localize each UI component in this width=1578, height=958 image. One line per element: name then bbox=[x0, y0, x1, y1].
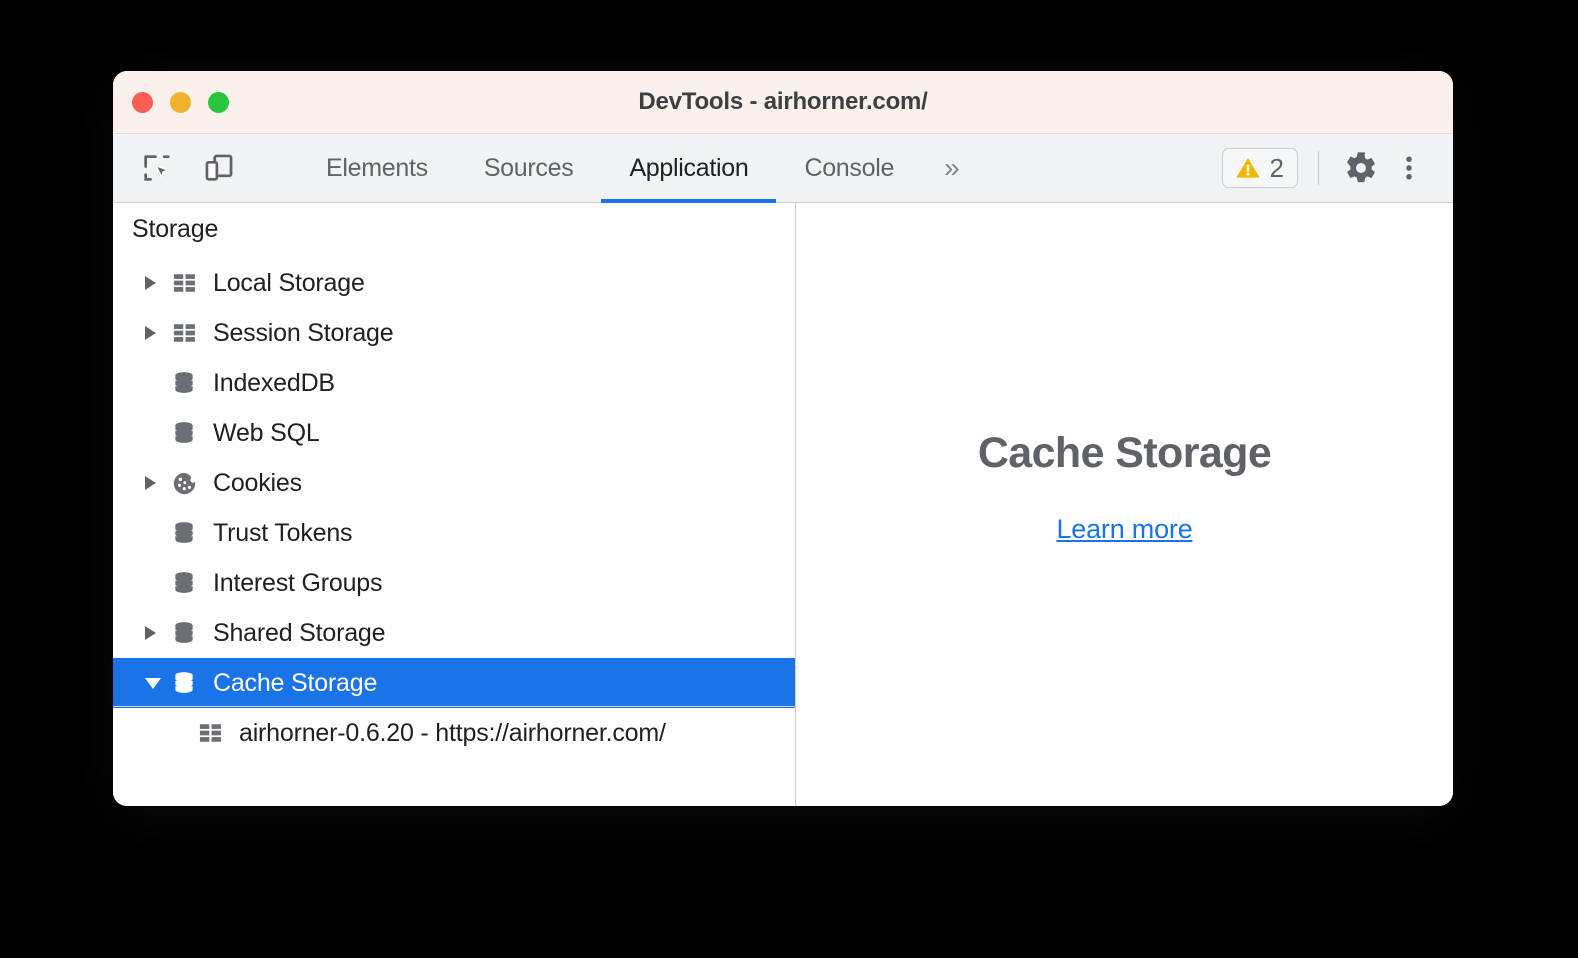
sidebar-item-label: Session Storage bbox=[213, 318, 394, 347]
sidebar-item-trust-tokens[interactable]: Trust Tokens bbox=[113, 508, 795, 558]
collapse-triangle-icon[interactable] bbox=[145, 677, 171, 689]
sidebar-item-local-storage[interactable]: Local Storage bbox=[113, 258, 795, 308]
table-icon bbox=[197, 719, 235, 747]
expand-triangle-icon[interactable] bbox=[145, 326, 171, 340]
tab-elements[interactable]: Elements bbox=[298, 134, 456, 202]
sidebar-divider bbox=[113, 706, 795, 707]
gear-icon[interactable] bbox=[1339, 146, 1383, 190]
sidebar-item-web-sql[interactable]: Web SQL bbox=[113, 408, 795, 458]
sidebar-item-indexeddb[interactable]: IndexedDB bbox=[113, 358, 795, 408]
window-title: DevTools - airhorner.com/ bbox=[638, 88, 928, 115]
cookie-icon bbox=[171, 470, 209, 497]
warnings-count: 2 bbox=[1269, 153, 1284, 183]
tab-label: Elements bbox=[326, 153, 428, 182]
tab-console[interactable]: Console bbox=[776, 134, 922, 202]
main-content-panel: Cache Storage Learn more bbox=[796, 203, 1453, 806]
panel-tabs: Elements Sources Application Console » bbox=[298, 134, 981, 203]
database-icon bbox=[171, 370, 209, 396]
toolbar-divider-right bbox=[1318, 151, 1319, 185]
warning-triangle-icon bbox=[1235, 157, 1260, 178]
sidebar-item-shared-storage[interactable]: Shared Storage bbox=[113, 608, 795, 658]
sidebar-item-label: Web SQL bbox=[213, 418, 320, 447]
sidebar-item-label: airhorner-0.6.20 - https://airhorner.com… bbox=[239, 718, 666, 747]
application-sidebar: Storage Local Storage Session Storage In… bbox=[113, 203, 796, 806]
warnings-badge[interactable]: 2 bbox=[1221, 148, 1298, 188]
screenshot-root: DevTools - airhorner.com/ Elements Sourc… bbox=[0, 0, 1578, 958]
close-window-button[interactable] bbox=[132, 91, 153, 113]
more-options-menu-icon[interactable] bbox=[1387, 146, 1431, 190]
database-icon bbox=[171, 420, 209, 446]
minimize-window-button[interactable] bbox=[170, 91, 191, 113]
expand-triangle-icon[interactable] bbox=[145, 626, 171, 640]
tab-label: Application bbox=[629, 153, 749, 182]
window-traffic-lights bbox=[132, 71, 229, 133]
sidebar-item-label: Interest Groups bbox=[213, 568, 383, 597]
learn-more-link[interactable]: Learn more bbox=[1056, 514, 1192, 545]
tab-label: Console bbox=[804, 153, 895, 182]
table-icon bbox=[171, 269, 209, 297]
sidebar-item-cache-storage[interactable]: Cache Storage bbox=[113, 658, 795, 708]
devtools-toolbar: Elements Sources Application Console » 2 bbox=[113, 134, 1453, 203]
devtools-body: Storage Local Storage Session Storage In… bbox=[113, 203, 1453, 806]
sidebar-item-session-storage[interactable]: Session Storage bbox=[113, 308, 795, 358]
database-icon bbox=[171, 570, 209, 596]
expand-triangle-icon[interactable] bbox=[145, 476, 171, 490]
sidebar-item-label: Shared Storage bbox=[213, 618, 386, 647]
sidebar-item-label: IndexedDB bbox=[213, 368, 335, 397]
table-icon bbox=[171, 319, 209, 347]
sidebar-item-label: Cache Storage bbox=[213, 668, 378, 697]
page-title: Cache Storage bbox=[977, 429, 1272, 477]
tab-sources[interactable]: Sources bbox=[456, 134, 602, 202]
maximize-window-button[interactable] bbox=[208, 91, 229, 113]
database-icon bbox=[171, 670, 209, 696]
device-toolbar-icon[interactable] bbox=[197, 146, 241, 190]
inspect-element-icon[interactable] bbox=[135, 146, 179, 190]
devtools-window: DevTools - airhorner.com/ Elements Sourc… bbox=[113, 71, 1453, 806]
sidebar-item-cache-entry[interactable]: airhorner-0.6.20 - https://airhorner.com… bbox=[113, 708, 795, 758]
sidebar-item-label: Trust Tokens bbox=[213, 518, 353, 547]
window-titlebar: DevTools - airhorner.com/ bbox=[113, 71, 1453, 134]
toolbar-right-cluster: 2 bbox=[1221, 134, 1453, 202]
database-icon bbox=[171, 620, 209, 646]
expand-triangle-icon[interactable] bbox=[145, 276, 171, 290]
sidebar-item-interest-groups[interactable]: Interest Groups bbox=[113, 558, 795, 608]
database-icon bbox=[171, 520, 209, 546]
sidebar-section-title: Storage bbox=[132, 215, 219, 243]
sidebar-item-cookies[interactable]: Cookies bbox=[113, 458, 795, 508]
more-tabs-label: » bbox=[944, 152, 960, 183]
tab-label: Sources bbox=[483, 153, 574, 182]
more-tabs-chevron-icon[interactable]: » bbox=[922, 134, 981, 202]
toolbar-left-icons bbox=[113, 134, 298, 202]
storage-tree: Local Storage Session Storage IndexedDB … bbox=[113, 258, 795, 758]
tab-application[interactable]: Application bbox=[601, 134, 777, 203]
sidebar-item-label: Cookies bbox=[213, 468, 302, 497]
sidebar-item-label: Local Storage bbox=[213, 268, 365, 297]
